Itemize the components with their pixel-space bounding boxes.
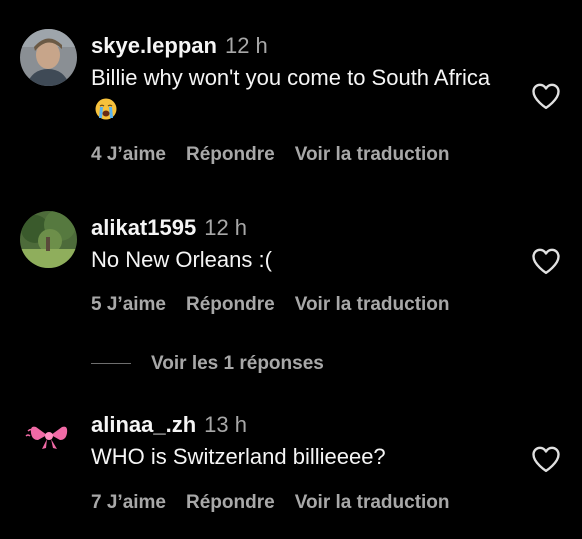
comment-item: alinaa_.zh 13 h WHO is Switzerland billie… xyxy=(0,0,582,530)
comment-header: alinaa_.zh 13 h xyxy=(91,411,247,439)
translate-button[interactable]: Voir la traduction xyxy=(295,492,450,513)
pink-bow-icon xyxy=(20,407,77,464)
reply-button[interactable]: Répondre xyxy=(186,492,275,513)
like-count[interactable]: 7 J’aime xyxy=(91,492,166,513)
comment-text: WHO is Switzerland billieeee? xyxy=(91,444,386,469)
heart-outline-icon[interactable] xyxy=(531,445,561,473)
comment-actions: 7 J’aime Répondre Voir la traduction xyxy=(91,491,470,515)
avatar[interactable] xyxy=(20,407,77,464)
username[interactable]: alinaa_.zh xyxy=(91,412,196,437)
timestamp[interactable]: 13 h xyxy=(204,412,247,437)
